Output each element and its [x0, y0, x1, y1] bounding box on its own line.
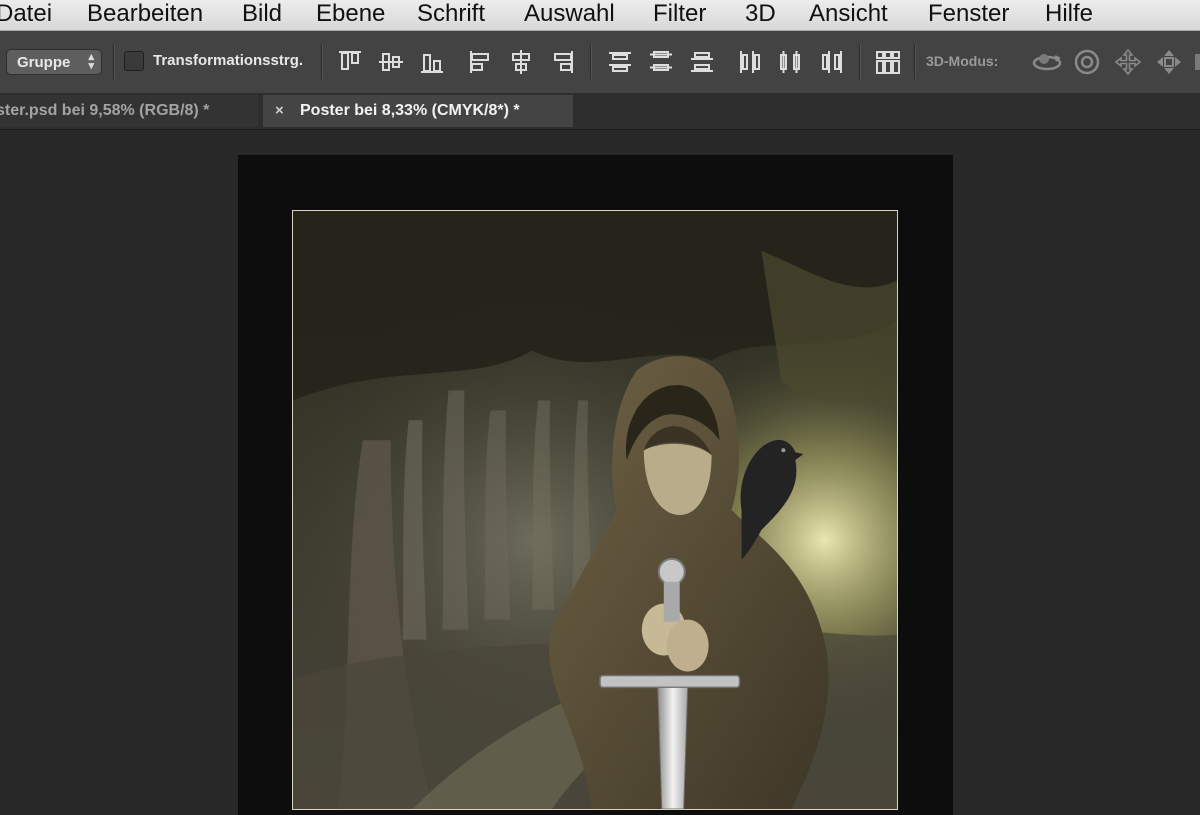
align-vertical-centers-icon[interactable] — [377, 48, 405, 76]
distribute-bottom-edges-icon[interactable] — [688, 48, 716, 76]
poster-image — [293, 211, 897, 809]
menu-ansicht[interactable]: Ansicht — [809, 0, 888, 30]
align-top-edges-icon[interactable] — [336, 48, 364, 76]
menu-3d[interactable]: 3D — [745, 0, 776, 30]
align-horizontal-centers-icon[interactable] — [507, 48, 535, 76]
3d-slide-icon[interactable] — [1155, 48, 1183, 76]
toolbar-divider — [321, 45, 323, 79]
toolbar-divider — [590, 45, 592, 79]
3d-pan-icon[interactable] — [1114, 48, 1142, 76]
distribute-top-edges-icon[interactable] — [606, 48, 634, 76]
menu-ebene[interactable]: Ebene — [316, 0, 385, 30]
menu-bild[interactable]: Bild — [242, 0, 282, 30]
menu-fenster[interactable]: Fenster — [928, 0, 1009, 30]
auto-select-value: Gruppe — [17, 54, 71, 71]
tab-poster[interactable]: × Poster bei 8,33% (CMYK/8*) * — [263, 95, 573, 127]
poster-artwork — [292, 210, 898, 810]
close-icon[interactable]: × — [275, 95, 284, 127]
auto-align-layers-icon[interactable] — [874, 48, 902, 76]
toolbar-divider — [113, 45, 115, 79]
auto-select-dropdown[interactable]: Gruppe ▴ ▾ — [6, 49, 102, 75]
tab-title: Poster bei 8,33% (CMYK/8*) * — [300, 102, 520, 119]
toolbar-divider — [914, 45, 916, 79]
dropdown-arrows-icon: ▴ ▾ — [88, 51, 94, 72]
align-right-edges-icon[interactable] — [549, 48, 577, 76]
tab-title: ster.psd bei 9,58% (RGB/8) * — [0, 102, 210, 119]
align-left-edges-icon[interactable] — [466, 48, 494, 76]
menu-bearbeiten[interactable]: Bearbeiten — [87, 0, 203, 30]
3d-roll-icon[interactable] — [1073, 48, 1101, 76]
menu-bar: Datei Bearbeiten Bild Ebene Schrift Ausw… — [0, 0, 1200, 31]
align-bottom-edges-icon[interactable] — [418, 48, 446, 76]
distribute-vertical-centers-icon[interactable] — [647, 48, 675, 76]
document-tab-bar: ster.psd bei 9,58% (RGB/8) * × Poster be… — [0, 93, 1200, 130]
3d-orbit-icon[interactable] — [1031, 48, 1063, 76]
options-bar: Gruppe ▴ ▾ Transformationsstrg. 3D-Modus… — [0, 31, 1200, 94]
menu-schrift[interactable]: Schrift — [417, 0, 485, 30]
menu-datei[interactable]: Datei — [0, 0, 52, 30]
document-canvas[interactable] — [238, 155, 953, 815]
distribute-horizontal-centers-icon[interactable] — [777, 48, 805, 76]
tab-ster-psd[interactable]: ster.psd bei 9,58% (RGB/8) * — [0, 95, 258, 127]
menu-hilfe[interactable]: Hilfe — [1045, 0, 1093, 30]
menu-filter[interactable]: Filter — [653, 0, 706, 30]
menu-auswahl[interactable]: Auswahl — [524, 0, 615, 30]
transform-controls-label: Transformationsstrg. — [153, 52, 304, 69]
distribute-left-edges-icon[interactable] — [736, 48, 764, 76]
canvas-workspace[interactable] — [0, 130, 1200, 815]
3d-mode-label: 3D-Modus: — [926, 53, 999, 69]
3d-scale-icon[interactable] — [1192, 48, 1200, 76]
distribute-right-edges-icon[interactable] — [818, 48, 846, 76]
transform-controls-checkbox[interactable] — [124, 51, 144, 71]
toolbar-divider — [859, 45, 861, 79]
